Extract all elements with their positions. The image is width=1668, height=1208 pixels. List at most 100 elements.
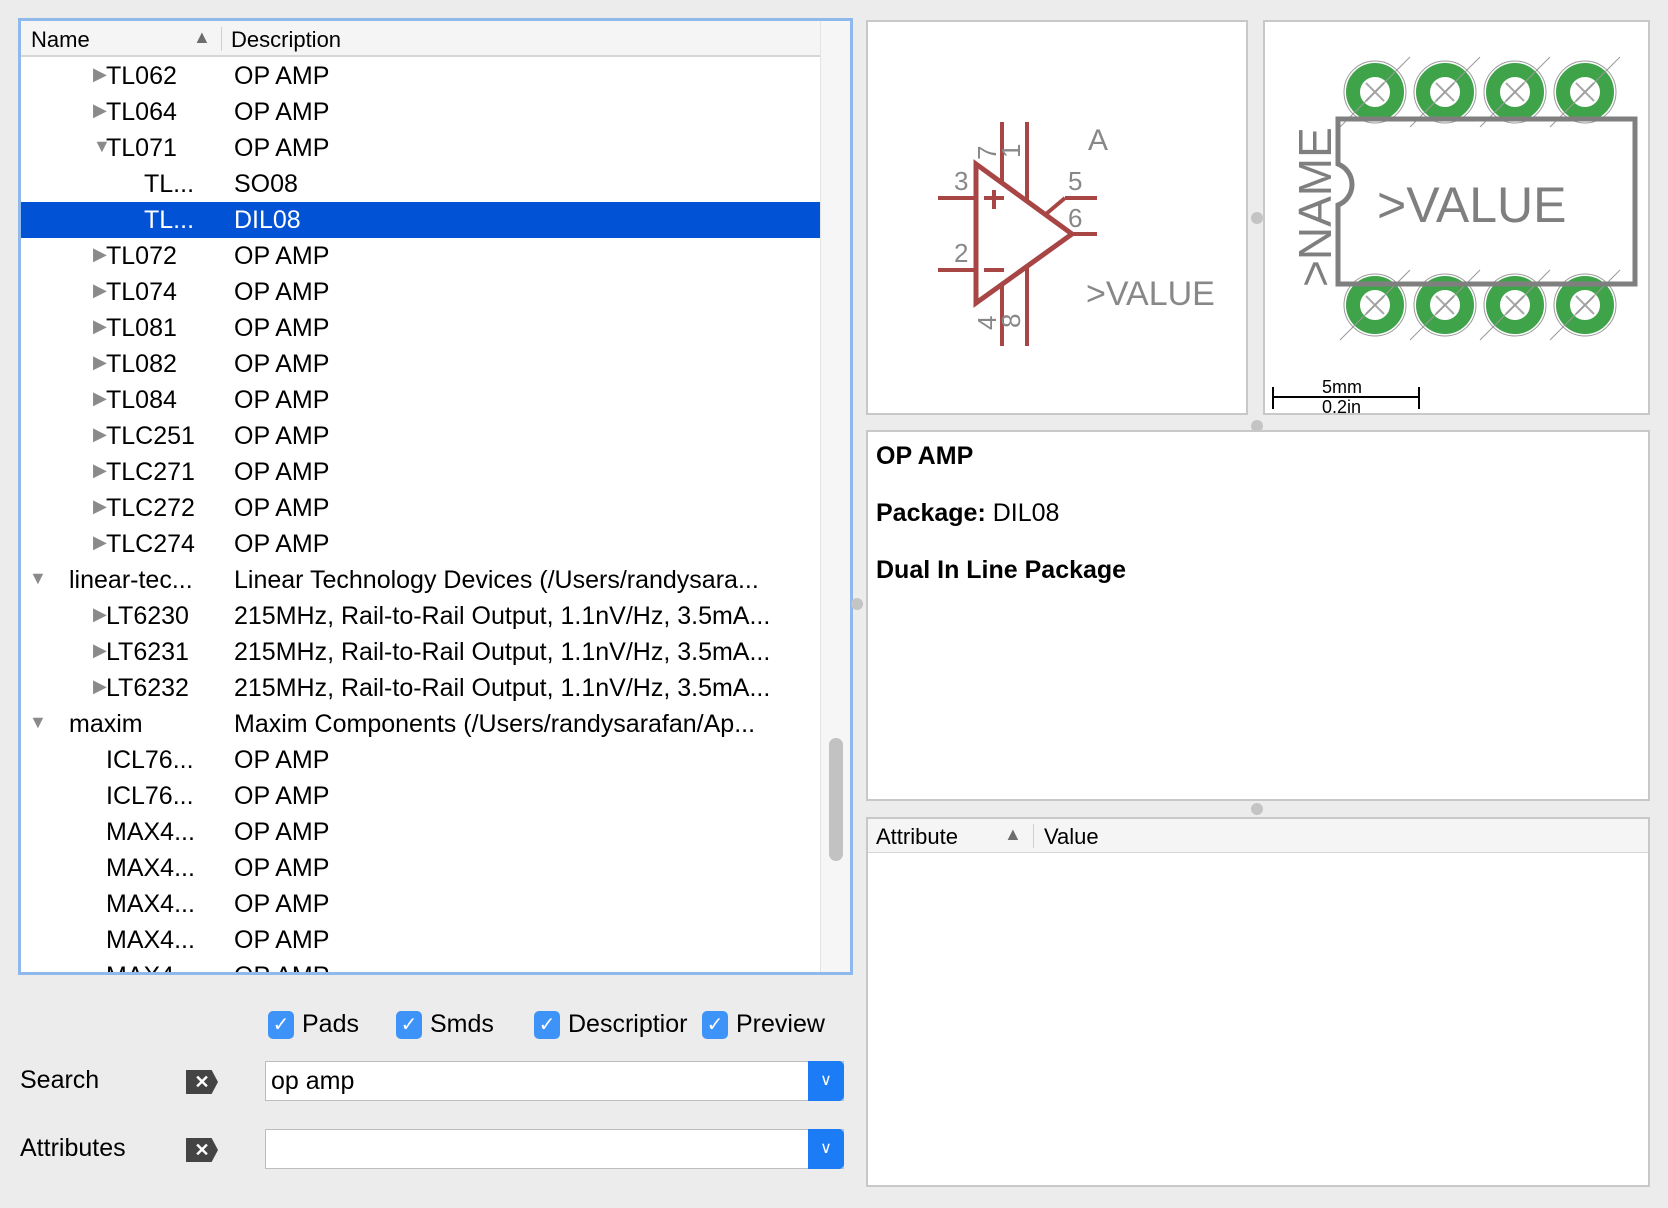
row-description: 215MHz, Rail-to-Rail Output, 1.1nV/Hz, 3… — [234, 602, 771, 630]
tree-row[interactable]: ▶ TL064 OP AMP — [21, 94, 821, 130]
disclosure-collapsed-icon[interactable]: ▶ — [93, 244, 107, 265]
package-description: Dual In Line Package — [876, 556, 1127, 584]
column-value-header[interactable]: Value — [1044, 824, 1099, 850]
tree-row[interactable]: MAX4... OP AMP — [21, 922, 821, 958]
row-description: 215MHz, Rail-to-Rail Output, 1.1nV/Hz, 3… — [234, 638, 771, 666]
tree-row[interactable]: MAX4... OP AMP — [21, 850, 821, 886]
row-name: maxim — [69, 710, 143, 738]
disclosure-expanded-icon[interactable]: ▼ — [29, 712, 47, 733]
scrollbar-thumb[interactable] — [829, 738, 843, 861]
scale-in-label: 0.2in — [1322, 397, 1361, 415]
tree-row[interactable]: ▶ TL074 OP AMP — [21, 274, 821, 310]
tree-row[interactable]: ▶ TLC274 OP AMP — [21, 526, 821, 562]
row-description: OP AMP — [234, 926, 330, 954]
row-description: Maxim Components (/Users/randysarafan/Ap… — [234, 710, 756, 738]
tree-row[interactable]: ▶ TLC271 OP AMP — [21, 454, 821, 490]
row-description: OP AMP — [234, 746, 330, 774]
tree-row[interactable]: TL... DIL08 — [21, 202, 821, 238]
disclosure-collapsed-icon[interactable]: ▶ — [93, 388, 107, 409]
row-description: OP AMP — [234, 422, 330, 450]
tree-row[interactable]: ▶ TLC251 OP AMP — [21, 418, 821, 454]
tree-row[interactable]: ▶ TL082 OP AMP — [21, 346, 821, 382]
details-title: OP AMP — [876, 442, 974, 470]
row-description: OP AMP — [234, 134, 330, 162]
column-name-header[interactable]: Name — [31, 27, 90, 53]
row-name: LT6230 — [106, 602, 189, 630]
tree-row[interactable]: ICL76... OP AMP — [21, 778, 821, 814]
column-divider[interactable] — [221, 27, 222, 51]
clear-search-icon[interactable]: ✕ — [186, 1070, 218, 1094]
row-name: TL074 — [106, 278, 177, 306]
row-name: MAX4... — [106, 854, 195, 882]
row-description: DIL08 — [234, 206, 301, 234]
tree-row[interactable]: ▶ LT6232 215MHz, Rail-to-Rail Output, 1.1n… — [21, 670, 821, 706]
sort-ascending-icon[interactable]: ▲ — [193, 27, 211, 48]
row-name: MAX4... — [106, 926, 195, 954]
tree-row[interactable]: ▼ linear-tec... Linear Technology Devices … — [21, 562, 821, 598]
row-name: MAX4... — [106, 818, 195, 846]
disclosure-collapsed-icon[interactable]: ▶ — [93, 280, 107, 301]
description-checkbox[interactable]: ✓ Descriptior — [534, 1010, 700, 1039]
row-name: MAX4... — [106, 890, 195, 918]
search-combobox[interactable]: op amp ∨ — [265, 1061, 844, 1101]
sort-ascending-icon[interactable]: ▲ — [1004, 824, 1022, 845]
tree-row[interactable]: ▼ TL071 OP AMP — [21, 130, 821, 166]
tree-row[interactable]: ▶ TL084 OP AMP — [21, 382, 821, 418]
disclosure-collapsed-icon[interactable]: ▶ — [93, 676, 107, 697]
chevron-down-icon[interactable]: ∨ — [808, 1129, 844, 1169]
pin-label: 8 — [996, 314, 1026, 328]
disclosure-collapsed-icon[interactable]: ▶ — [93, 64, 107, 85]
device-tree[interactable]: Name ▲ Description ▶ TL062 OP AMP ▶ TL064 OP … — [18, 18, 853, 975]
splitter-handle[interactable] — [851, 598, 863, 610]
row-name: TL... — [144, 206, 195, 234]
disclosure-collapsed-icon[interactable]: ▶ — [93, 316, 107, 337]
tree-row[interactable]: TL... SO08 — [21, 166, 821, 202]
disclosure-collapsed-icon[interactable]: ▶ — [93, 640, 107, 661]
tree-row[interactable]: MAX4... OP AMP — [21, 814, 821, 850]
row-name: TL082 — [106, 350, 177, 378]
vertical-scrollbar[interactable] — [820, 21, 850, 972]
package-value: DIL08 — [992, 499, 1060, 527]
column-attribute-header[interactable]: Attribute — [876, 824, 958, 850]
chevron-down-icon[interactable]: ∨ — [808, 1061, 844, 1101]
tree-row[interactable]: ▶ LT6230 215MHz, Rail-to-Rail Output, 1.1n… — [21, 598, 821, 634]
pads-checkbox[interactable]: ✓ Pads — [268, 1010, 359, 1039]
disclosure-collapsed-icon[interactable]: ▶ — [93, 424, 107, 445]
splitter-handle[interactable] — [1251, 212, 1263, 224]
column-divider[interactable] — [1033, 824, 1034, 848]
tree-row[interactable]: ▶ TL081 OP AMP — [21, 310, 821, 346]
preview-checkbox[interactable]: ✓ Preview — [702, 1010, 825, 1039]
attributes-label: Attributes — [20, 1134, 126, 1162]
tree-row[interactable]: ▶ TL062 OP AMP — [21, 58, 821, 94]
schematic-preview: 3 2 7 1 4 8 5 6 A >VALUE — [866, 20, 1248, 415]
column-description-header[interactable]: Description — [231, 27, 341, 53]
disclosure-collapsed-icon[interactable]: ▶ — [93, 532, 107, 553]
row-description: OP AMP — [234, 458, 330, 486]
attributes-combobox[interactable]: ∨ — [265, 1129, 844, 1169]
check-icon: ✓ — [702, 1010, 728, 1039]
row-description: OP AMP — [234, 530, 330, 558]
row-name: TLC272 — [106, 494, 195, 522]
search-input[interactable]: op amp — [271, 1067, 354, 1096]
smds-checkbox[interactable]: ✓ Smds — [396, 1010, 494, 1039]
disclosure-collapsed-icon[interactable]: ▶ — [93, 100, 107, 121]
disclosure-collapsed-icon[interactable]: ▶ — [93, 460, 107, 481]
disclosure-collapsed-icon[interactable]: ▶ — [93, 496, 107, 517]
tree-row[interactable]: ▼ maxim Maxim Components (/Users/randysara… — [21, 706, 821, 742]
disclosure-collapsed-icon[interactable]: ▶ — [93, 352, 107, 373]
disclosure-collapsed-icon[interactable]: ▶ — [93, 604, 107, 625]
row-name: TL064 — [106, 98, 177, 126]
clear-attributes-icon[interactable]: ✕ — [186, 1138, 218, 1162]
tree-row[interactable]: ICL76... OP AMP — [21, 742, 821, 778]
tree-row[interactable]: ▶ TLC272 OP AMP — [21, 490, 821, 526]
tree-row[interactable]: ▶ TL072 OP AMP — [21, 238, 821, 274]
splitter-handle[interactable] — [1251, 803, 1263, 815]
row-name: TLC251 — [106, 422, 195, 450]
tree-row[interactable]: ▶ LT6231 215MHz, Rail-to-Rail Output, 1.1n… — [21, 634, 821, 670]
disclosure-expanded-icon[interactable]: ▼ — [29, 568, 47, 589]
tree-row[interactable]: MAX4... OP AMP — [21, 958, 821, 972]
gate-label: A — [1088, 124, 1108, 157]
check-icon: ✓ — [534, 1010, 560, 1039]
row-name: TLC271 — [106, 458, 195, 486]
tree-row[interactable]: MAX4... OP AMP — [21, 886, 821, 922]
